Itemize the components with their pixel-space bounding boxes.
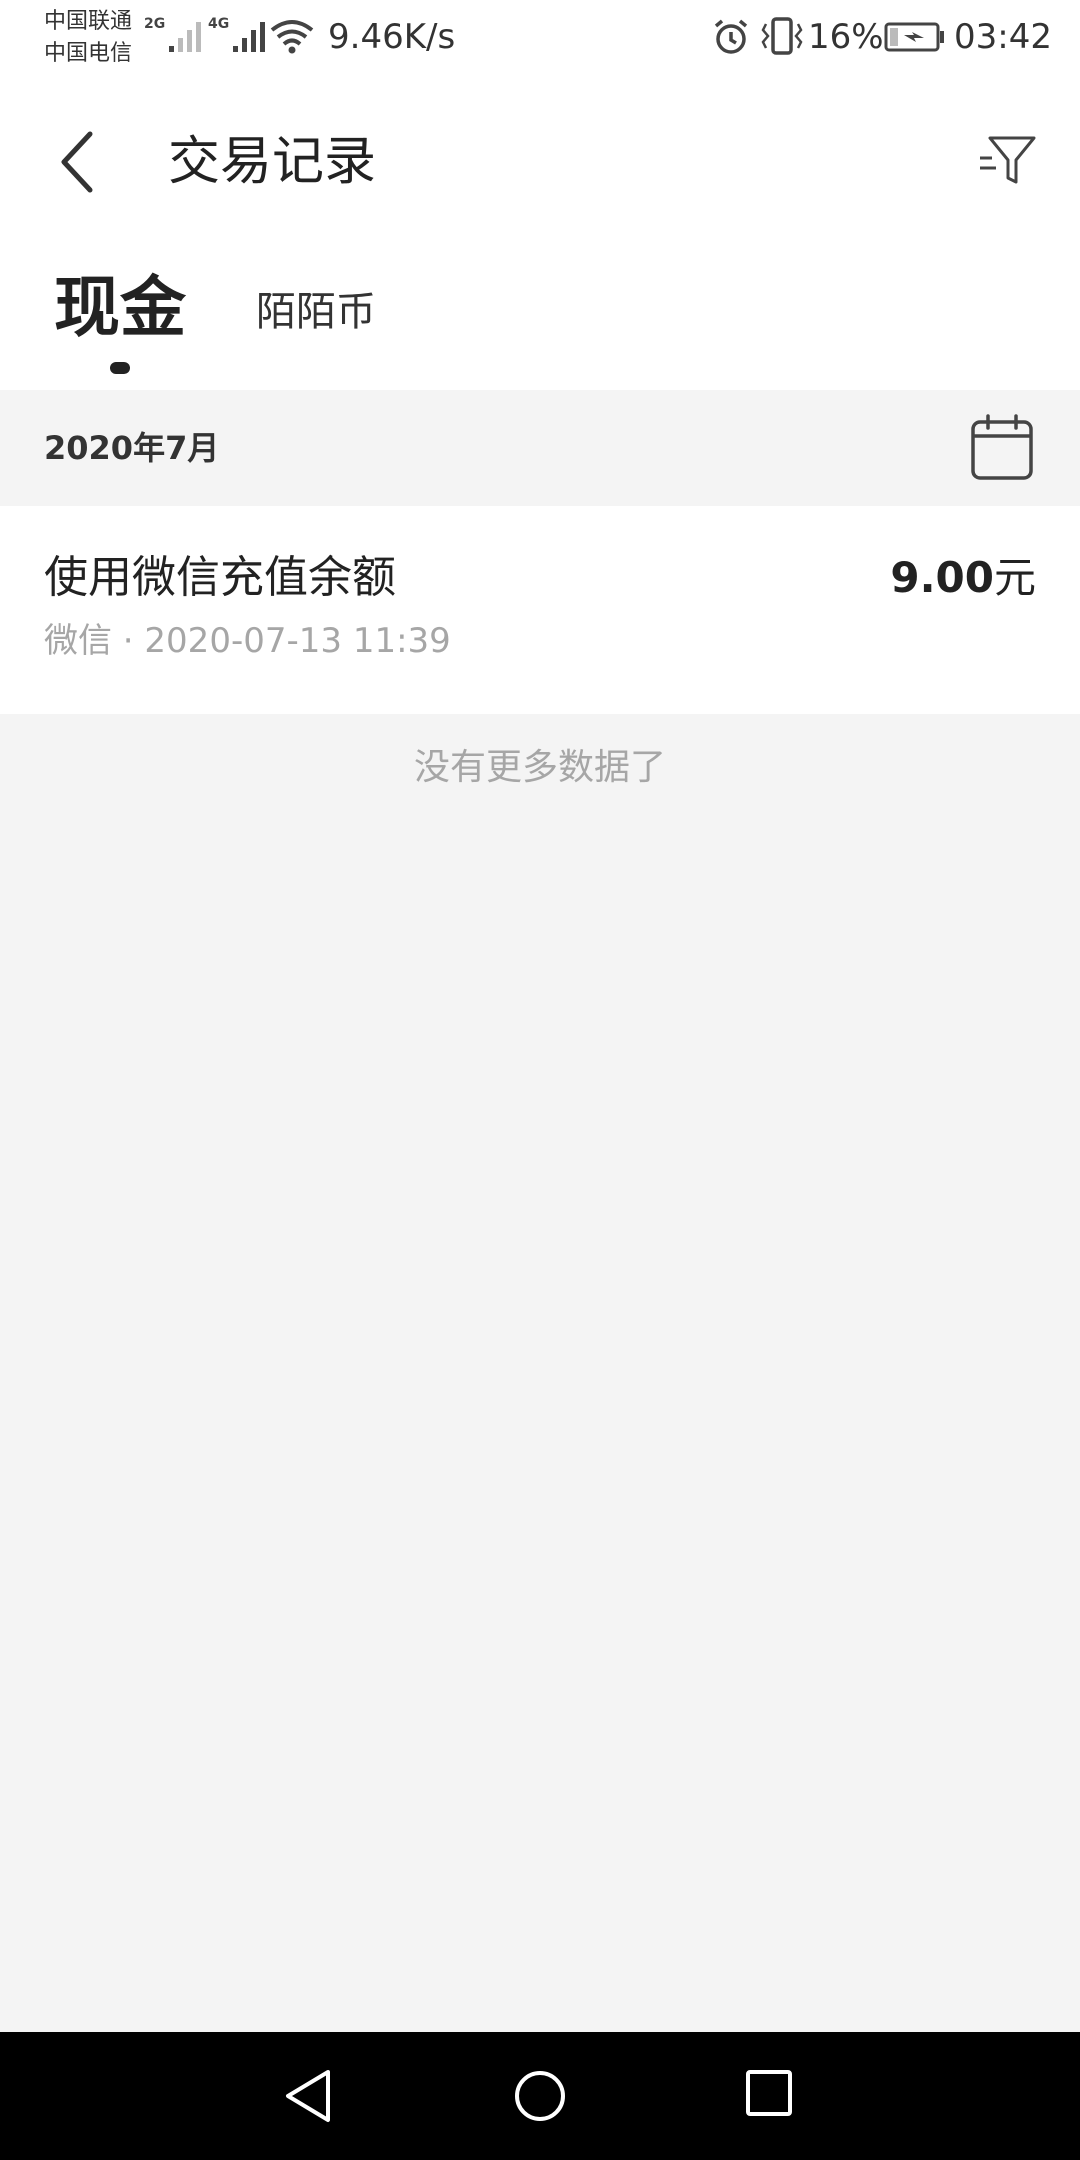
network-type-2: 4G (208, 16, 230, 32)
nav-recents-icon[interactable] (744, 2068, 794, 2118)
page-title: 交易记录 (168, 132, 377, 192)
filter-icon (980, 136, 1036, 184)
transaction-amount: 9.00元 (890, 548, 1036, 608)
transaction-row[interactable]: 使用微信充值余额 微信 · 2020-07-13 11:39 9.00元 (0, 506, 1080, 714)
status-time: 03:42 (954, 17, 1052, 57)
carrier-names: 中国联通 中国电信 (44, 6, 132, 70)
nav-back-icon[interactable] (282, 2068, 334, 2124)
vibrate-icon (761, 17, 803, 55)
chevron-left-icon (61, 131, 93, 193)
status-bar: 中国联通 中国电信 2G 4G 9.46K/s 16% 03:42 (0, 0, 1080, 72)
no-more-data-text: 没有更多数据了 (413, 747, 666, 788)
month-section-header: 2020年7月 (0, 390, 1080, 506)
signal-icon (169, 22, 202, 52)
alarm-icon (714, 19, 748, 54)
calendar-button[interactable] (970, 414, 1034, 482)
transaction-meta: 微信 · 2020-07-13 11:39 (44, 621, 451, 661)
tab-cash[interactable]: 现金 (54, 268, 186, 348)
back-button[interactable] (52, 122, 108, 202)
carrier-2: 中国电信 (44, 41, 133, 66)
tab-active-indicator (110, 362, 130, 374)
system-nav-bar (0, 2032, 1080, 2160)
battery-charging-icon (884, 22, 944, 52)
tab-momo-coin[interactable]: 陌陌币 (256, 272, 376, 352)
battery-percent: 16% (808, 17, 884, 57)
filter-button[interactable] (976, 128, 1040, 192)
month-label: 2020年7月 (44, 429, 220, 467)
signal-icon (233, 22, 266, 52)
amount-unit: 元 (993, 553, 1036, 602)
nav-home-icon[interactable] (512, 2068, 568, 2124)
transaction-title: 使用微信充值余额 (44, 552, 396, 603)
signal-2g: 2G (144, 16, 207, 54)
carrier-1: 中国联通 (44, 9, 133, 34)
wifi-icon (270, 20, 314, 54)
signal-4g: 4G (208, 16, 271, 54)
network-speed: 9.46K/s (328, 17, 456, 57)
app-header: 交易记录 现金 陌陌币 (0, 72, 1080, 390)
amount-value: 9.00 (890, 553, 994, 602)
network-type-1: 2G (144, 16, 166, 32)
calendar-icon (971, 414, 1033, 480)
